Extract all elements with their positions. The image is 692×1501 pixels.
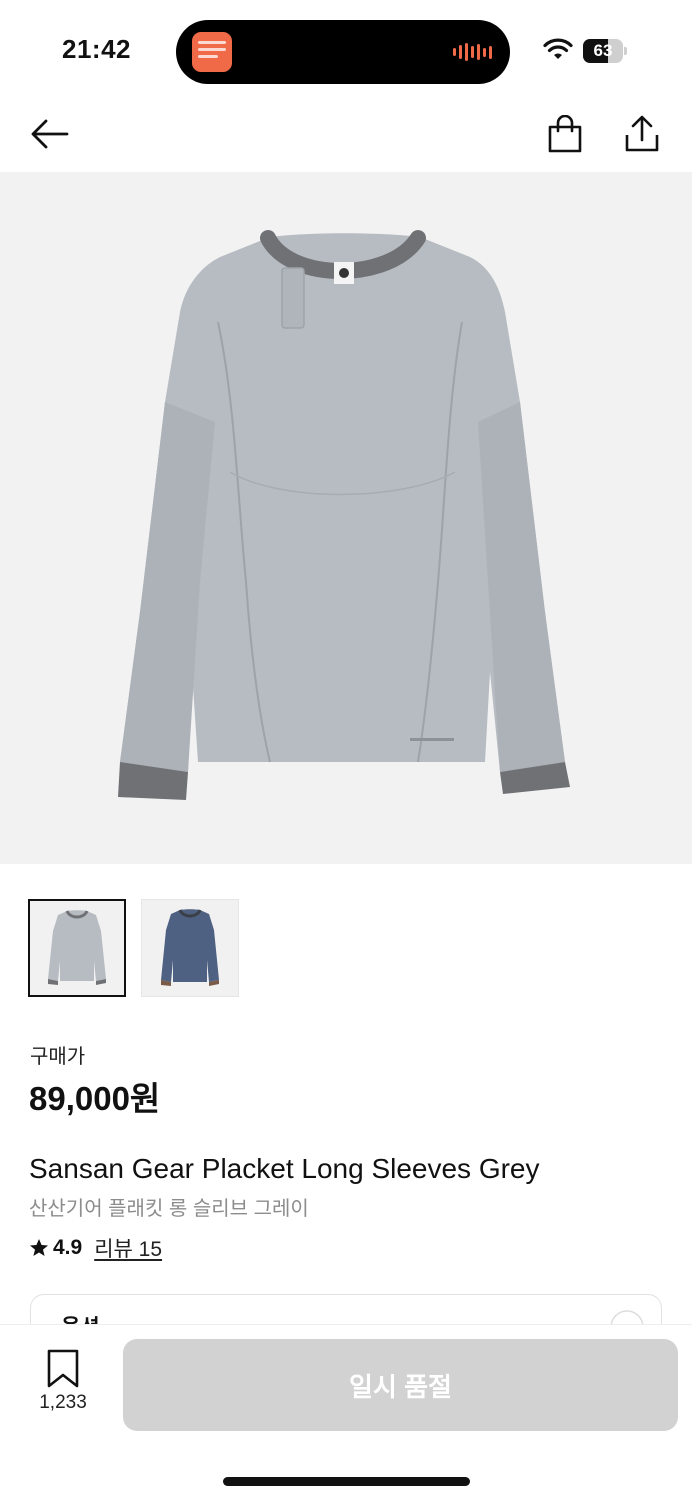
top-navigation [0,100,692,172]
thumbnail-grey[interactable] [28,899,126,997]
home-indicator[interactable] [223,1477,470,1486]
rating-row: 4.9 리뷰 15 [29,1234,162,1262]
shopping-bag-icon [548,115,582,153]
status-time: 21:42 [62,34,131,64]
wifi-icon [543,38,573,59]
share-icon [625,115,659,152]
cart-button[interactable] [543,112,587,156]
battery-icon: 63 [583,39,627,63]
arrow-left-icon [31,119,69,149]
star-icon [30,1239,48,1256]
reviews-link[interactable]: 리뷰 15 [94,1233,162,1263]
sweater-illustration [118,230,570,800]
thumbnail-grey-image [48,910,106,985]
status-bar: 21:42 63 [0,0,692,100]
product-title-en: Sansan Gear Placket Long Sleeves Grey [29,1153,540,1184]
bookmark-button[interactable]: 1,233 [30,1349,96,1419]
dynamic-island[interactable] [176,20,510,84]
bookmark-count: 1,233 [39,1392,87,1413]
rating-value: 4.9 [53,1236,83,1259]
bottom-action-bar: 1,233 일시 품절 [0,1324,692,1501]
app-activity-icon [192,32,232,72]
thumbnail-navy-image [161,909,219,986]
product-title-ko: 산산기어 플래킷 롱 슬리브 그레이 [29,1198,309,1220]
audio-wave-icon [453,42,492,62]
price-label: 구매가 [30,1046,86,1068]
product-main-image[interactable] [0,172,692,864]
back-button[interactable] [27,112,71,156]
sold-out-button[interactable]: 일시 품절 [123,1339,678,1431]
battery-percent: 63 [593,41,613,60]
thumbnail-navy[interactable] [141,899,239,997]
bookmark-icon [47,1349,79,1388]
share-button[interactable] [620,112,664,156]
price: 89,000원 [29,1080,161,1117]
